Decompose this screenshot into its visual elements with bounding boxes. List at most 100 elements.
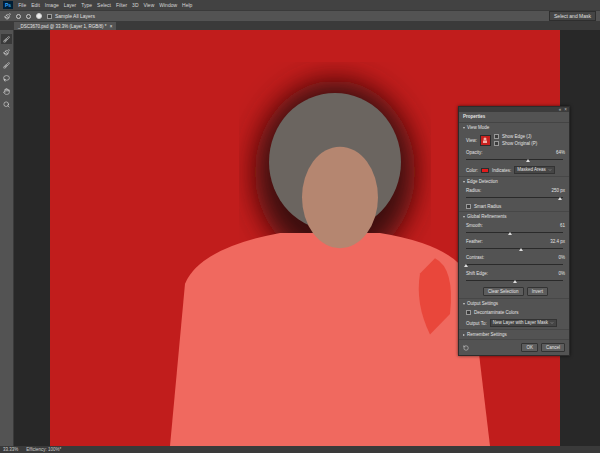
disclosure-icon <box>463 127 465 129</box>
dialog-button[interactable]: Cancel <box>541 343 565 352</box>
panel-section: Global RefinementsSmooth:61Feather:32.4 … <box>459 212 569 299</box>
tab-close[interactable]: × <box>110 24 113 29</box>
tool-button[interactable] <box>1 86 12 96</box>
slider-reading[interactable]: 0% <box>558 255 565 260</box>
checkbox-row-box: Smart Radius <box>463 202 565 211</box>
slider-thumb[interactable] <box>526 159 530 162</box>
section-header[interactable]: Remember Settings <box>463 330 565 339</box>
slider-thumb[interactable] <box>508 232 512 235</box>
slider-track[interactable] <box>466 280 563 281</box>
checkbox-row-box: Decontaminate Colors <box>463 308 565 317</box>
checkbox-row[interactable]: Show Edge (J) <box>494 134 537 139</box>
section-header[interactable]: Edge Detection <box>463 177 565 186</box>
menu-item[interactable]: Filter <box>116 1 127 9</box>
checkbox-row[interactable]: Sample All Layers <box>47 14 95 19</box>
checkbox-label: Show Original (P) <box>502 141 537 146</box>
disclosure-icon <box>463 216 465 218</box>
canvas-area: «×PropertiesView ModeView:Show Edge (J)S… <box>14 30 600 446</box>
slider-track[interactable] <box>466 248 563 249</box>
disclosure-icon <box>463 334 465 336</box>
checkbox-label: Decontaminate Colors <box>474 310 519 315</box>
menu-item[interactable]: View <box>144 1 155 9</box>
view-thumbnail[interactable] <box>480 135 491 146</box>
menu-item[interactable]: Select <box>97 1 111 9</box>
output-select[interactable]: New Layer with Layer Mask <box>490 319 557 327</box>
menu-bar: Ps File Edit Image Layer Type Select Filter 3D Vi… <box>0 0 600 10</box>
disclosure-icon <box>463 303 465 305</box>
slider-thumb[interactable] <box>464 264 468 267</box>
reset-icon[interactable] <box>463 345 469 351</box>
slider-reading[interactable]: 61 <box>560 223 565 228</box>
slider-row: Contrast: 0% <box>463 253 565 269</box>
slider-row: Feather:32.4 px <box>463 237 565 253</box>
slider-track[interactable] <box>466 232 563 233</box>
document-tab[interactable]: _DSC3670.psd @ 33.3% (Layer 1, RGB/8) *× <box>14 22 116 30</box>
checkbox-label: Smart Radius <box>474 204 501 209</box>
menu-item[interactable]: Layer <box>64 1 77 9</box>
slider-row: Radius:250 px <box>463 186 565 202</box>
slider-thumb[interactable] <box>519 248 523 251</box>
brush-icon[interactable] <box>4 13 11 20</box>
checkbox[interactable] <box>466 204 471 209</box>
checkbox[interactable] <box>47 14 52 19</box>
tool-button[interactable] <box>1 60 12 70</box>
add-mode-icon[interactable] <box>16 14 21 19</box>
panel-button[interactable]: Invert <box>527 287 548 296</box>
section-header[interactable]: Output Settings <box>463 299 565 308</box>
menu-item[interactable]: 3D <box>132 1 138 9</box>
checkbox-row[interactable]: Show Original (P) <box>494 141 537 146</box>
checkbox-row[interactable]: Decontaminate Colors <box>466 310 565 315</box>
tool-button[interactable] <box>1 47 12 57</box>
slider-row: Smooth:61 <box>463 221 565 237</box>
tool-button[interactable] <box>1 34 12 44</box>
menu-item[interactable]: Window <box>159 1 177 9</box>
checkbox[interactable] <box>494 134 499 139</box>
menu-item[interactable]: Image <box>45 1 59 9</box>
slider-reading[interactable]: 250 px <box>551 188 565 193</box>
indicates-select[interactable]: Masked Areas <box>514 166 555 174</box>
brush-size-icon[interactable] <box>36 13 42 19</box>
slider-thumb[interactable] <box>558 197 562 200</box>
menu-item[interactable]: Edit <box>31 1 40 9</box>
status-bar: 33.33%Efficiency: 100%* <box>0 446 600 453</box>
panel-section: View ModeView:Show Edge (J)Show Original… <box>459 123 569 177</box>
panel-button[interactable]: Clear Selection <box>483 287 524 296</box>
checkbox-row[interactable]: Smart Radius <box>466 204 565 209</box>
color-row: Color:Indicates:Masked Areas <box>463 164 565 176</box>
disclosure-icon <box>463 181 465 183</box>
slider-reading[interactable]: 0% <box>558 271 565 276</box>
menu-item[interactable]: Type <box>81 1 92 9</box>
menu-item[interactable]: Help <box>182 1 192 9</box>
properties-panel: «×PropertiesView ModeView:Show Edge (J)S… <box>458 106 570 356</box>
brush-icon <box>3 62 10 69</box>
checkbox[interactable] <box>466 310 471 315</box>
section-header[interactable]: Global Refinements <box>463 212 565 221</box>
slider-reading[interactable]: 64% <box>556 150 565 155</box>
slider-label: Contrast: <box>466 255 484 260</box>
photoshop-window: Ps File Edit Image Layer Type Select Filter 3D Vi… <box>0 0 600 453</box>
color-swatch[interactable] <box>481 168 489 173</box>
subtract-mode-icon[interactable] <box>26 14 31 19</box>
chevron-down-icon <box>548 168 552 172</box>
tool-button[interactable] <box>1 73 12 83</box>
workspace-select[interactable]: Select and Mask <box>549 11 596 21</box>
slider-track[interactable] <box>466 159 563 160</box>
zoom-level[interactable]: 33.33% <box>3 447 18 452</box>
options-bar: Sample All Layers Select and Mask <box>0 10 600 22</box>
app-logo: Ps <box>3 1 13 9</box>
section-header[interactable]: View Mode <box>463 123 565 132</box>
document-tabs: _DSC3670.psd @ 33.3% (Layer 1, RGB/8) *× <box>0 22 600 30</box>
dialog-button[interactable]: OK <box>521 343 538 352</box>
panel-section: Edge DetectionRadius:250 px Smart Radius <box>459 177 569 212</box>
panel-footer: OKCancel <box>459 340 569 355</box>
tool-button[interactable] <box>1 99 12 109</box>
toolbar <box>0 30 14 446</box>
slider-track[interactable] <box>466 264 563 265</box>
menu-item[interactable]: File <box>18 1 26 9</box>
panel-section: Output SettingsDecontaminate ColorsOutpu… <box>459 299 569 330</box>
slider-reading[interactable]: 32.4 px <box>550 239 565 244</box>
checkbox[interactable] <box>494 141 499 146</box>
slider-thumb[interactable] <box>513 280 517 283</box>
slider-track[interactable] <box>466 197 563 198</box>
hand-icon <box>3 88 10 95</box>
